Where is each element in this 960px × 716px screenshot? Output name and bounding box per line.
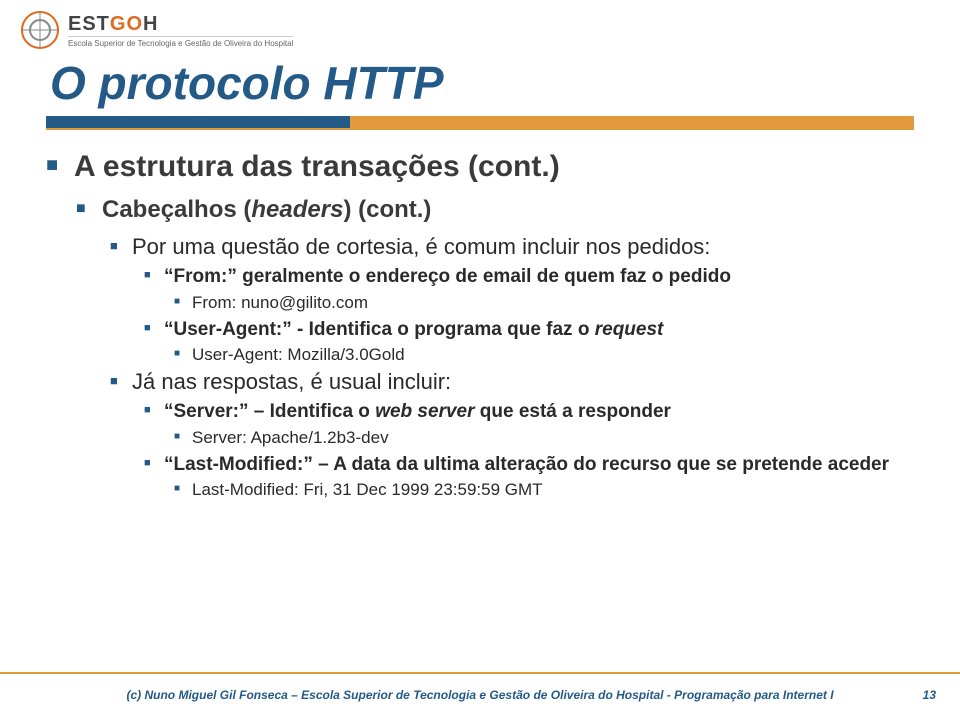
header-name: “From:” xyxy=(164,266,237,287)
bullet-l5-server-example: Server: Apache/1.2b3-dev xyxy=(174,428,914,448)
page-number: 13 xyxy=(923,688,936,702)
text-span: geralmente o endereço de email de quem f… xyxy=(237,266,731,287)
logo-go: GO xyxy=(110,13,143,36)
header-name: “Server:” xyxy=(164,401,249,422)
text-span-em: web server xyxy=(375,401,474,422)
footer-divider xyxy=(0,672,960,674)
text-span: ) (cont.) xyxy=(343,196,431,223)
slide-title: O protocolo HTTP xyxy=(50,56,444,110)
bullet-l5-useragent-example: User-Agent: Mozilla/3.0Gold xyxy=(174,345,914,365)
bullet-l2-headers: Cabeçalhos (headers) (cont.) xyxy=(76,196,914,224)
bullet-l4-useragent: “User-Agent:” - Identifica o programa qu… xyxy=(144,317,914,344)
title-underline-band xyxy=(46,116,914,128)
footer-text: (c) Nuno Miguel Gil Fonseca – Escola Sup… xyxy=(126,688,833,702)
bullet-l3-response: Já nas respostas, é usual incluir: xyxy=(110,369,914,395)
text-span: que está a responder xyxy=(475,401,671,422)
content-area: A estrutura das transações (cont.) Cabeç… xyxy=(46,150,914,504)
logo-text: ESTGOH Escola Superior de Tecnologia e G… xyxy=(68,13,293,48)
bullet-l1: A estrutura das transações (cont.) xyxy=(46,150,914,184)
slide: ESTGOH Escola Superior de Tecnologia e G… xyxy=(0,0,960,716)
bullet-l3-request: Por uma questão de cortesia, é comum inc… xyxy=(110,234,914,260)
text-span: Cabeçalhos ( xyxy=(102,196,251,223)
header-name: “Last-Modified:” xyxy=(164,454,313,475)
logo-area: ESTGOH Escola Superior de Tecnologia e G… xyxy=(18,8,293,52)
text-span: – A data da ultima alteração do recurso … xyxy=(313,454,889,475)
bullet-l4-from: “From:” geralmente o endereço de email d… xyxy=(144,264,914,291)
bullet-l4-lastmodified: “Last-Modified:” – A data da ultima alte… xyxy=(144,452,914,479)
logo-est: EST xyxy=(68,13,110,36)
text-span: – Identifica o xyxy=(249,401,376,422)
text-span-em: headers xyxy=(251,196,343,223)
text-span: Identifica o programa que faz o xyxy=(309,319,595,340)
footer: (c) Nuno Miguel Gil Fonseca – Escola Sup… xyxy=(0,688,960,702)
logo-wordmark: ESTGOH xyxy=(68,13,293,36)
logo-icon xyxy=(18,8,62,52)
title-underline-thin xyxy=(46,128,914,130)
bullet-l5-lastmodified-example: Last-Modified: Fri, 31 Dec 1999 23:59:59… xyxy=(174,480,914,500)
bullet-l5-from-example: From: nuno@gilito.com xyxy=(174,293,914,313)
header-name: “User-Agent:” - xyxy=(164,319,309,340)
logo-h: H xyxy=(143,13,158,36)
text-span-em: request xyxy=(595,319,664,340)
bullet-l4-server: “Server:” – Identifica o web server que … xyxy=(144,399,914,426)
logo-subtitle: Escola Superior de Tecnologia e Gestão d… xyxy=(68,36,293,48)
